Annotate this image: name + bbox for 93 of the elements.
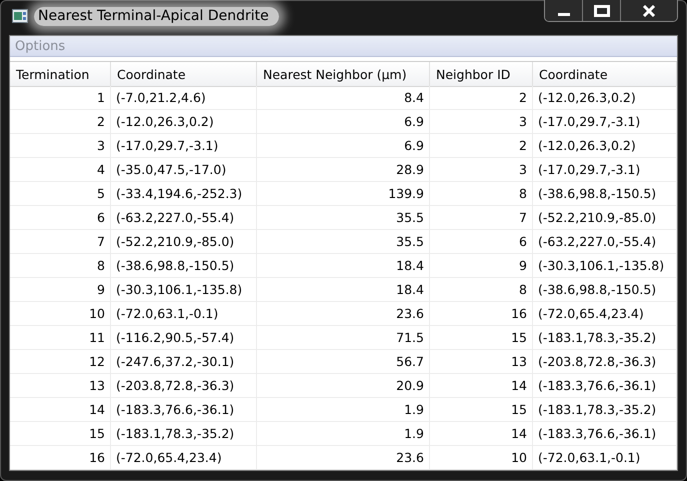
table-cell: 9 (10, 278, 111, 302)
table-cell: 16 (430, 302, 533, 326)
table-cell: 20.9 (257, 374, 430, 398)
table-cell: (-33.4,194.6,-252.3) (111, 182, 257, 206)
table-cell: (-183.3,76.6,-36.1) (111, 398, 257, 422)
table-cell: (-183.3,76.6,-36.1) (533, 422, 677, 446)
column-header[interactable]: Coordinate (111, 62, 257, 87)
table-cell: 18.4 (257, 254, 430, 278)
table-cell: (-203.8,72.8,-36.3) (111, 374, 257, 398)
table-cell: 9 (430, 254, 533, 278)
table-cell: 14 (430, 422, 533, 446)
table-cell: 16 (10, 446, 111, 470)
column-header[interactable]: Neighbor ID (430, 62, 533, 87)
close-icon (642, 4, 656, 16)
table-cell: (-72.0,65.4,23.4) (533, 302, 677, 326)
table-cell: (-12.0,26.3,0.2) (111, 110, 257, 134)
table-cell: 35.5 (257, 206, 430, 230)
table-cell: (-63.2,227.0,-55.4) (111, 206, 257, 230)
table-cell: 8 (430, 278, 533, 302)
column-header[interactable]: Termination (10, 62, 111, 87)
table-cell: (-183.1,78.3,-35.2) (533, 326, 677, 350)
table-cell: 15 (430, 398, 533, 422)
table-cell: (-183.1,78.3,-35.2) (111, 422, 257, 446)
table-cell: 6.9 (257, 110, 430, 134)
table-cell: (-7.0,21.2,4.6) (111, 86, 257, 110)
table-cell: 1.9 (257, 398, 430, 422)
table-cell: 6.9 (257, 134, 430, 158)
window-title: Nearest Terminal-Apical Dendrite (34, 7, 279, 26)
table-cell: 6 (10, 206, 111, 230)
table-cell: (-12.0,26.3,0.2) (533, 86, 677, 110)
table-cell: 10 (430, 446, 533, 470)
table-cell: (-52.2,210.9,-85.0) (533, 206, 677, 230)
minimize-button[interactable] (545, 0, 583, 21)
table-cell: 8 (10, 254, 111, 278)
table-cell: 2 (430, 86, 533, 110)
table-cell: 23.6 (257, 446, 430, 470)
column-header[interactable]: Coordinate (533, 62, 677, 87)
table-cell: 3 (430, 158, 533, 182)
table-cell: (-35.0,47.5,-17.0) (111, 158, 257, 182)
column-header[interactable]: Nearest Neighbor (µm) (257, 62, 430, 87)
table-cell: 35.5 (257, 230, 430, 254)
table-cell: (-52.2,210.9,-85.0) (111, 230, 257, 254)
table-cell: (-72.0,63.1,-0.1) (533, 446, 677, 470)
table-cell: (-247.6,37.2,-30.1) (111, 350, 257, 374)
table-cell: (-63.2,227.0,-55.4) (533, 230, 677, 254)
window-icon (12, 9, 28, 23)
table-cell: (-203.8,72.8,-36.3) (533, 350, 677, 374)
table-cell: 15 (10, 422, 111, 446)
table-cell: 28.9 (257, 158, 430, 182)
table-cell: 7 (10, 230, 111, 254)
table-cell: 23.6 (257, 302, 430, 326)
table-cell: 7 (430, 206, 533, 230)
table-cell: (-72.0,65.4,23.4) (111, 446, 257, 470)
maximize-icon (594, 4, 610, 16)
table-cell: 8.4 (257, 86, 430, 110)
table-cell: 14 (430, 374, 533, 398)
table-cell: 6 (430, 230, 533, 254)
table-cell: (-30.3,106.1,-135.8) (533, 254, 677, 278)
table-cell: (-116.2,90.5,-57.4) (111, 326, 257, 350)
table-cell: 11 (10, 326, 111, 350)
table-cell: (-17.0,29.7,-3.1) (533, 110, 677, 134)
table-cell: 139.9 (257, 182, 430, 206)
table-cell: (-30.3,106.1,-135.8) (111, 278, 257, 302)
table-cell: (-17.0,29.7,-3.1) (111, 134, 257, 158)
close-button[interactable] (621, 0, 677, 21)
table-cell: 14 (10, 398, 111, 422)
table-cell: 71.5 (257, 326, 430, 350)
table-cell: 10 (10, 302, 111, 326)
table-cell: 8 (430, 182, 533, 206)
table-cell: 3 (430, 110, 533, 134)
table-cell: 2 (430, 134, 533, 158)
table-cell: 12 (10, 350, 111, 374)
table-cell: 3 (10, 134, 111, 158)
table-cell: (-38.6,98.8,-150.5) (533, 278, 677, 302)
table-cell: (-183.3,76.6,-36.1) (533, 374, 677, 398)
table-cell: (-38.6,98.8,-150.5) (533, 182, 677, 206)
table-cell: (-72.0,63.1,-0.1) (111, 302, 257, 326)
table-cell: 2 (10, 110, 111, 134)
table-cell: (-38.6,98.8,-150.5) (111, 254, 257, 278)
table-cell: (-183.1,78.3,-35.2) (533, 398, 677, 422)
table-cell: (-12.0,26.3,0.2) (533, 134, 677, 158)
minimize-icon (558, 12, 570, 16)
table-cell: 15 (430, 326, 533, 350)
table-cell: 1.9 (257, 422, 430, 446)
table-cell: (-17.0,29.7,-3.1) (533, 158, 677, 182)
table-cell: 4 (10, 158, 111, 182)
table-cell: 18.4 (257, 278, 430, 302)
table-cell: 56.7 (257, 350, 430, 374)
maximize-button[interactable] (583, 0, 621, 21)
table-cell: 13 (430, 350, 533, 374)
table-cell: 5 (10, 182, 111, 206)
table-cell: 13 (10, 374, 111, 398)
table-cell: 1 (10, 86, 111, 110)
